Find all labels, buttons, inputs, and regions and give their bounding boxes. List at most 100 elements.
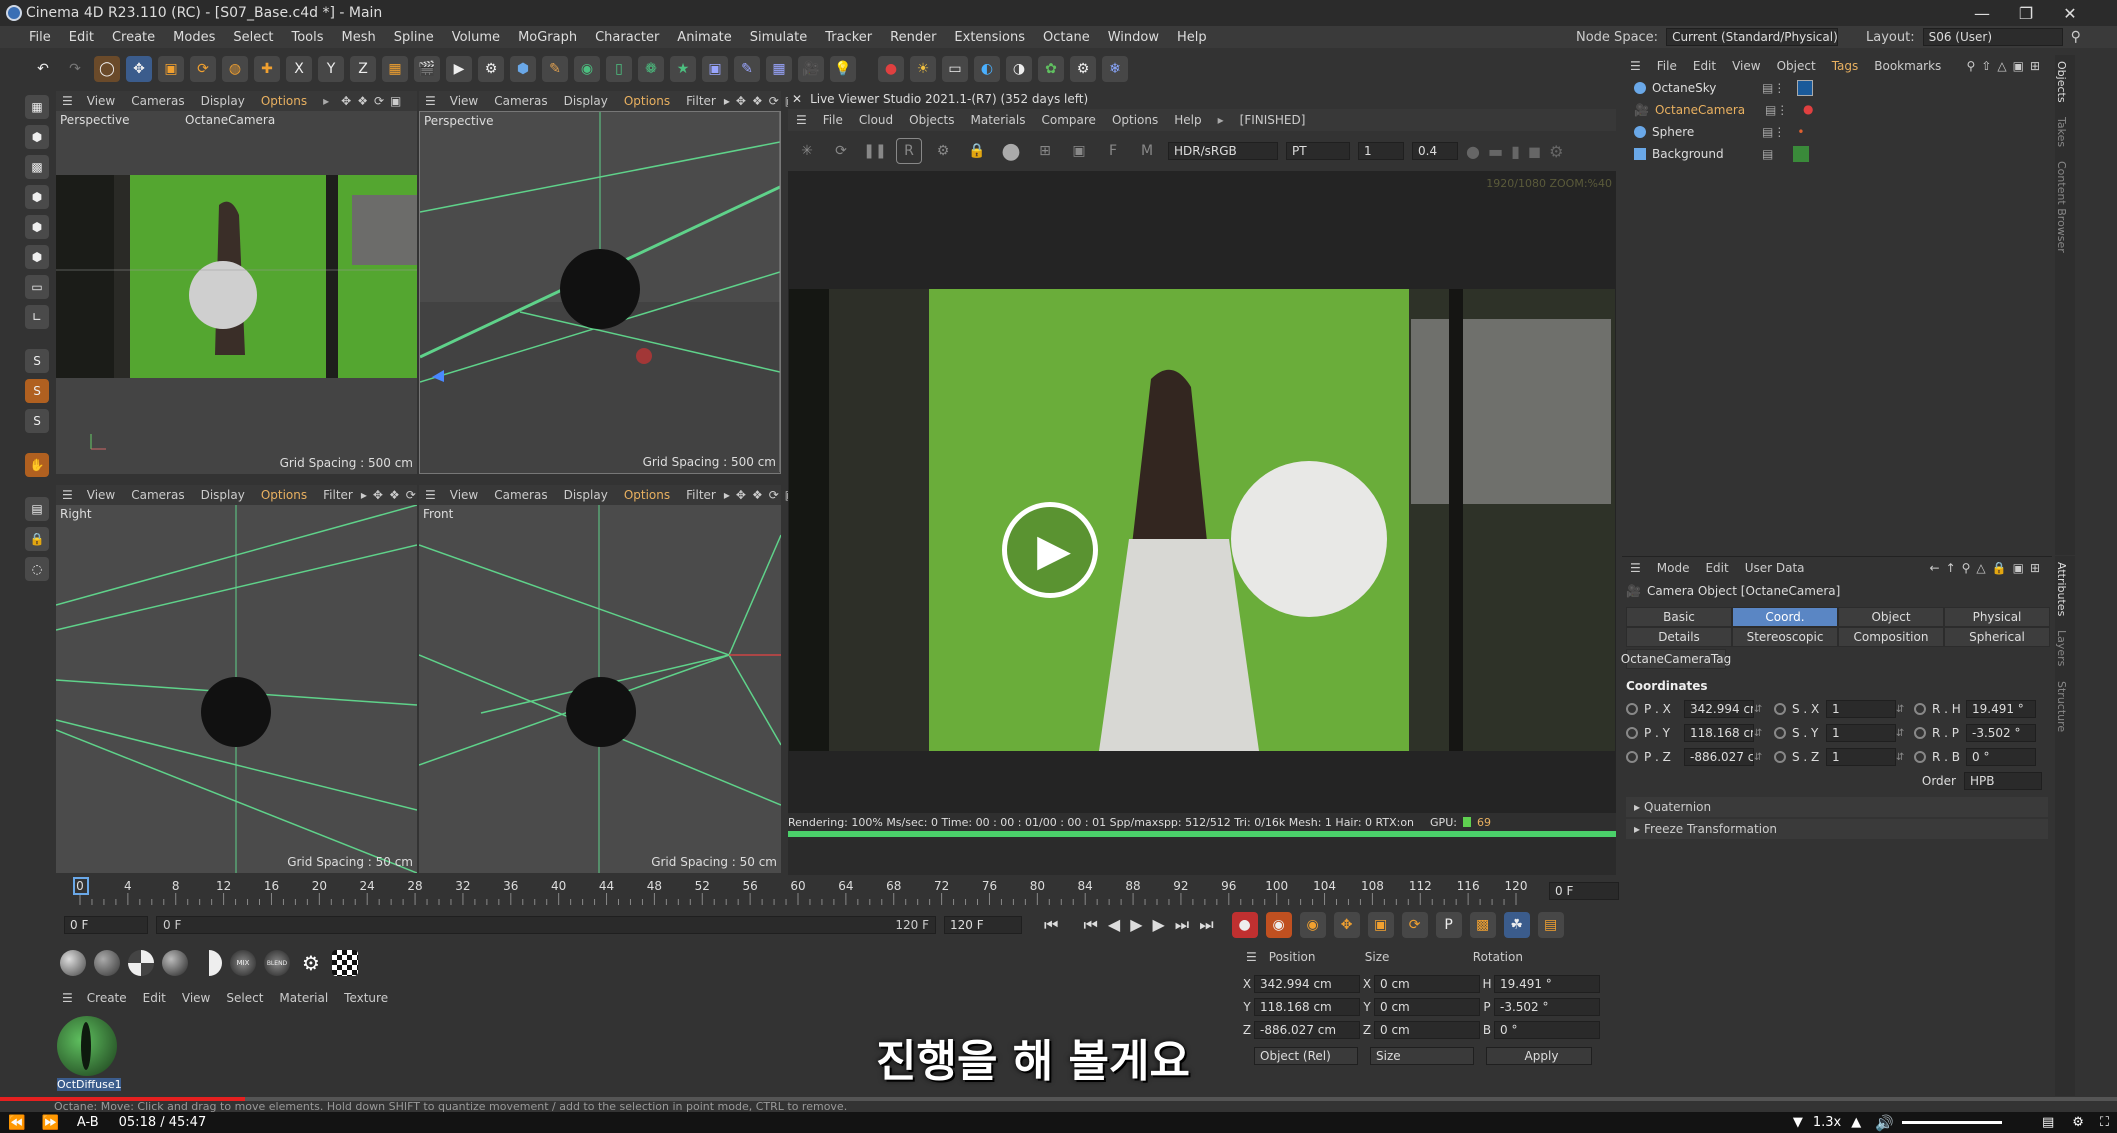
- vp-menu-view[interactable]: View: [442, 488, 486, 502]
- workplane-icon[interactable]: S: [25, 409, 49, 433]
- stepper-icon[interactable]: ⇵: [1896, 728, 1914, 739]
- size-field[interactable]: 0 cm: [1374, 997, 1480, 1016]
- camera-tag-icon[interactable]: ●: [1800, 102, 1817, 118]
- s-field[interactable]: 1: [1826, 724, 1896, 742]
- menu-mesh[interactable]: Mesh: [333, 30, 385, 45]
- mat-menu-select[interactable]: Select: [218, 991, 271, 1005]
- key-param-icon[interactable]: P: [1435, 912, 1462, 938]
- menu-mograph[interactable]: MoGraph: [509, 30, 586, 45]
- menu-tracker[interactable]: Tracker: [816, 30, 881, 45]
- captions-icon[interactable]: ▤: [2032, 1115, 2064, 1130]
- p-field[interactable]: -886.027 cr: [1684, 748, 1754, 766]
- obj-toolbar-icons[interactable]: ⚲⇧△▣⊞: [1967, 59, 2052, 73]
- tab-octane-camera-tag[interactable]: OctaneCameraTag: [1621, 649, 1731, 669]
- material-ball-icon[interactable]: ●: [998, 138, 1024, 164]
- node-space-select[interactable]: Current (Standard/Physical): [1666, 28, 1839, 46]
- menu-edit[interactable]: Edit: [60, 30, 103, 45]
- keyframe-radio[interactable]: [1774, 751, 1786, 763]
- light-icon[interactable]: 💡: [830, 56, 856, 82]
- menu-extensions[interactable]: Extensions: [945, 30, 1034, 45]
- object-row[interactable]: 🎥 OctaneCamera ▤⋮ ●: [1622, 99, 2052, 121]
- key-rot-icon[interactable]: ⟳: [1401, 912, 1428, 938]
- lv-menu-cloud[interactable]: Cloud: [851, 113, 901, 127]
- tab-basic[interactable]: Basic: [1626, 607, 1732, 627]
- menu-modes[interactable]: Modes: [164, 30, 224, 45]
- lv-menu-file[interactable]: File: [815, 113, 851, 127]
- quaternion-section[interactable]: ▸ Quaternion: [1626, 797, 2048, 817]
- vp-menu-options[interactable]: Options: [616, 94, 678, 108]
- locked-workplane-icon[interactable]: ✋: [25, 453, 49, 477]
- octane-sun-icon[interactable]: ☀: [910, 56, 936, 82]
- rotation-field[interactable]: -3.502 °: [1494, 997, 1600, 1016]
- render-picture-viewer-icon[interactable]: ▶: [446, 56, 472, 82]
- keyframe-radio[interactable]: [1626, 751, 1638, 763]
- lv-menu-objects[interactable]: Objects: [901, 113, 962, 127]
- position-field[interactable]: 342.994 cm: [1254, 974, 1360, 993]
- current-frame-field[interactable]: 0 F: [1549, 882, 1619, 900]
- mat-menu-texture[interactable]: Texture: [336, 991, 396, 1005]
- redo-icon[interactable]: ↷: [62, 56, 88, 82]
- obj-menu-edit[interactable]: Edit: [1685, 59, 1724, 73]
- points-mode-icon[interactable]: ⬢: [25, 185, 49, 209]
- camera-icon[interactable]: 🎥: [798, 56, 824, 82]
- tab-details[interactable]: Details: [1626, 627, 1732, 647]
- end-frame-field[interactable]: 120 F: [944, 916, 1022, 934]
- key-pla-icon[interactable]: ▩: [1469, 912, 1496, 938]
- restore-button[interactable]: ❐: [2004, 0, 2048, 26]
- vp-menu-display[interactable]: Display: [556, 488, 616, 502]
- rewind-icon[interactable]: ⏪: [0, 1115, 33, 1131]
- mat-menu-view[interactable]: View: [174, 991, 218, 1005]
- vp-menu-view[interactable]: View: [79, 488, 123, 502]
- fullscreen-icon[interactable]: ⛶: [2092, 1115, 2117, 1130]
- settings-gear-icon[interactable]: ⚙: [2064, 1115, 2092, 1130]
- octane-tag-icon[interactable]: [1797, 80, 1814, 96]
- start-frame-field[interactable]: 0 F: [64, 916, 148, 934]
- attr-menu-userdata[interactable]: User Data: [1737, 561, 1813, 575]
- deformer-icon[interactable]: ▣: [702, 56, 728, 82]
- floor-icon[interactable]: ▦: [766, 56, 792, 82]
- order-select[interactable]: HPB: [1964, 772, 2042, 790]
- focus-picker-icon[interactable]: F: [1100, 138, 1126, 164]
- octane-object-icon[interactable]: ✿: [1038, 56, 1064, 82]
- vp-menu-options[interactable]: Options: [253, 488, 315, 502]
- lv-extra-icons[interactable]: ●▬▮◼⚙: [1466, 142, 1572, 161]
- specular-ball-icon[interactable]: [162, 950, 188, 976]
- obj-menu-tags[interactable]: Tags: [1824, 59, 1867, 73]
- visibility-icon[interactable]: ▤⋮: [1765, 103, 1788, 117]
- kernel-select[interactable]: PT: [1286, 142, 1350, 160]
- position-field[interactable]: 118.168 cm: [1254, 997, 1360, 1016]
- rotate-tool-icon[interactable]: ⟳: [190, 56, 216, 82]
- stepper-icon[interactable]: ⇵: [1754, 752, 1774, 763]
- close-button[interactable]: ✕: [2048, 0, 2092, 26]
- p-field[interactable]: 118.168 cm: [1684, 724, 1754, 742]
- viewport-bottom-left[interactable]: ☰ View Cameras Display Options Filter ▸✥…: [56, 485, 433, 873]
- mat-menu-create[interactable]: Create: [79, 991, 135, 1005]
- spline-icon[interactable]: ✎: [734, 56, 760, 82]
- vp-menu-cameras[interactable]: Cameras: [123, 94, 192, 108]
- vp-nav-icons[interactable]: ✥❖⟳▣: [341, 94, 407, 108]
- key-scale-icon[interactable]: ▣: [1367, 912, 1394, 938]
- color-mode-select[interactable]: HDR/sRGB: [1168, 142, 1278, 160]
- tab-composition[interactable]: Composition: [1838, 627, 1944, 647]
- model-mode-icon[interactable]: ⬢: [25, 125, 49, 149]
- r-field[interactable]: -3.502 °: [1966, 724, 2036, 742]
- object-row[interactable]: Background ▤: [1622, 143, 2052, 165]
- vp-menu-filter[interactable]: Filter: [678, 488, 724, 502]
- tab-layers[interactable]: Layers: [2055, 616, 2068, 666]
- tab-coord[interactable]: Coord.: [1732, 607, 1838, 627]
- cube-icon[interactable]: ⬢: [510, 56, 536, 82]
- minimize-button[interactable]: —: [1960, 0, 2004, 26]
- autokey-icon[interactable]: ◉: [1265, 912, 1292, 938]
- vp-menu-display[interactable]: Display: [193, 488, 253, 502]
- apply-button[interactable]: Apply: [1486, 1047, 1592, 1065]
- keyframe-radio[interactable]: [1914, 727, 1926, 739]
- s-field[interactable]: 1: [1826, 748, 1896, 766]
- playback-controls[interactable]: ⏮ ⏮◀▶▶⏭⏭: [1044, 915, 1224, 935]
- extrude-icon[interactable]: ▯: [606, 56, 632, 82]
- s-field[interactable]: 1: [1826, 700, 1896, 718]
- obj-menu-view[interactable]: View: [1724, 59, 1768, 73]
- obj-menu-object[interactable]: Object: [1769, 59, 1824, 73]
- polygons-mode-icon[interactable]: ⬢: [25, 245, 49, 269]
- tab-content-browser[interactable]: Content Browser: [2055, 147, 2068, 253]
- stepper-icon[interactable]: ⇵: [1754, 728, 1774, 739]
